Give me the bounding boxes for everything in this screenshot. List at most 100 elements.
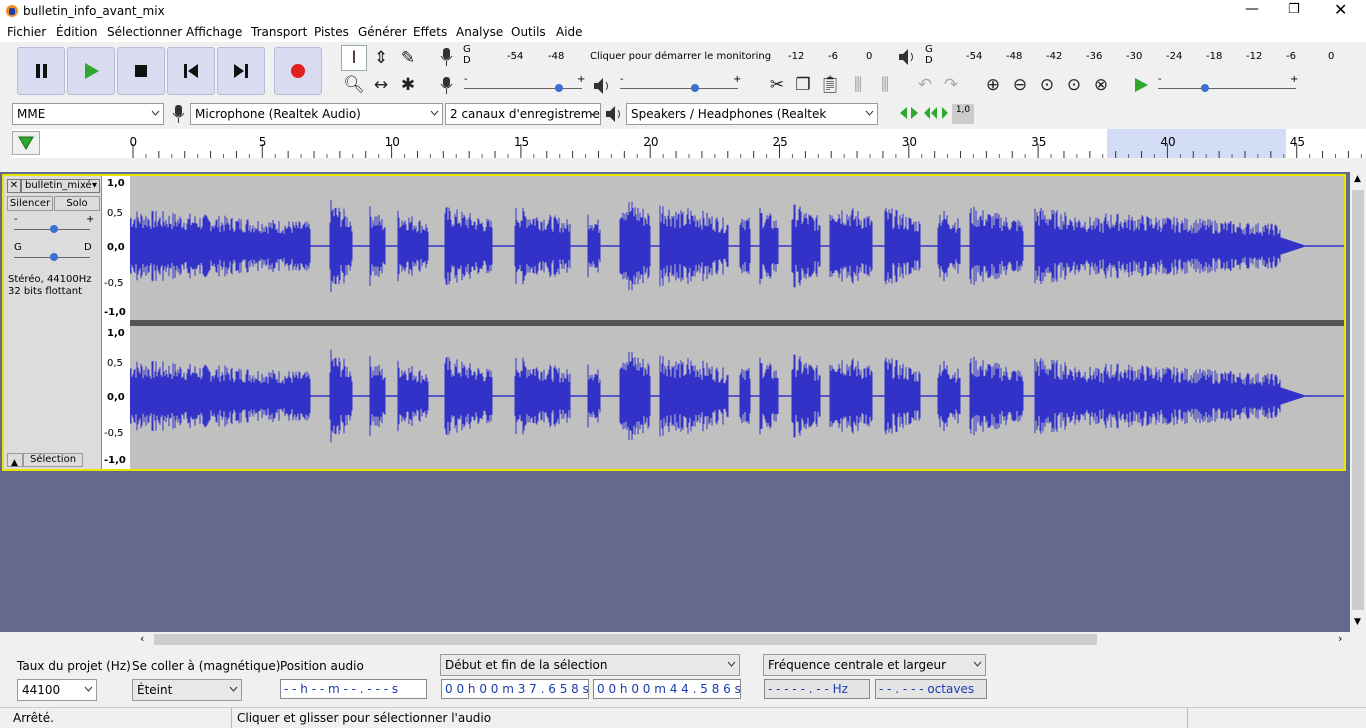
pause-button[interactable] xyxy=(17,47,65,95)
multi-tool[interactable]: ✱ xyxy=(395,72,421,98)
gain-slider[interactable]: - + xyxy=(14,214,94,233)
paste-button[interactable]: 📋︎ xyxy=(817,72,843,98)
menu-selectionner[interactable]: Sélectionner xyxy=(107,25,182,39)
bandwidth-value: - - . - - - octaves xyxy=(879,682,975,696)
menu-fichier[interactable]: Fichier xyxy=(7,25,46,39)
play-button[interactable] xyxy=(67,47,115,95)
menu-outils[interactable]: Outils xyxy=(511,25,546,39)
frequency-format-label: Fréquence centrale et largeur xyxy=(768,658,947,672)
envelope-tool[interactable]: ⇕ xyxy=(368,45,394,71)
copy-button[interactable]: ❐ xyxy=(790,72,816,98)
slider-plus: + xyxy=(577,74,586,85)
fit-selection-button[interactable]: ⊙ xyxy=(1034,72,1060,98)
speaker-icon xyxy=(899,49,913,65)
cut-button[interactable]: ✂ xyxy=(764,72,790,98)
collapse-track-button[interactable]: ▲ xyxy=(7,453,23,468)
playback-device-select[interactable]: Speakers / Headphones (Realtek xyxy=(626,103,878,125)
selection-tool[interactable]: I xyxy=(341,45,367,71)
zoom-out-button[interactable]: ⊖ xyxy=(1007,72,1033,98)
frequency-format-select[interactable]: Fréquence centrale et largeur xyxy=(763,654,986,676)
waveform[interactable] xyxy=(130,176,1344,469)
record-volume-slider[interactable]: - + xyxy=(464,74,586,94)
play-tick: -30 xyxy=(1126,51,1143,62)
scroll-down-icon[interactable]: ▼ xyxy=(1354,617,1361,627)
timeshift-tool[interactable]: ↔ xyxy=(368,72,394,98)
menu-affichage[interactable]: Affichage xyxy=(186,25,242,39)
close-window-button[interactable]: ✕ xyxy=(1334,0,1347,19)
record-button[interactable] xyxy=(274,47,322,95)
play-speed-slider[interactable]: - + xyxy=(1158,74,1298,94)
audio-host-select[interactable]: MME xyxy=(12,103,164,125)
zoom-in-button[interactable]: ⊕ xyxy=(980,72,1006,98)
zoom-tool[interactable]: 🔍︎ xyxy=(341,72,367,98)
scroll-thumb[interactable] xyxy=(1352,190,1364,610)
record-meter[interactable]: -54 -48 Cliquer pour démarrer le monitor… xyxy=(474,47,876,67)
title-bar: bulletin_info_avant_mix — ❐ ✕ xyxy=(0,0,1366,22)
maximize-button[interactable]: ❐ xyxy=(1288,2,1300,17)
zoom-toggle-button[interactable]: ⊗ xyxy=(1088,72,1114,98)
menu-analyse[interactable]: Analyse xyxy=(456,25,503,39)
menu-effets[interactable]: Effets xyxy=(413,25,447,39)
recording-device-select[interactable]: Microphone (Realtek Audio) xyxy=(190,103,443,125)
stop-button[interactable] xyxy=(117,47,165,95)
menu-transport[interactable]: Transport xyxy=(251,25,307,39)
snap-select[interactable]: Éteint xyxy=(132,679,242,701)
collapse-up-icon: ▲ xyxy=(11,458,18,468)
undo-button[interactable]: ↶ xyxy=(912,72,938,98)
timeline-ruler[interactable]: 0 5 10 15 20 25 30 35 40 45 xyxy=(0,129,1366,158)
close-track-button[interactable]: ✕ xyxy=(7,179,21,193)
track-name: bulletin_mixé xyxy=(25,180,92,191)
scale-label: 0,5 xyxy=(107,358,123,369)
pan-slider[interactable]: G D xyxy=(14,242,92,261)
scroll-right-icon[interactable]: › xyxy=(1338,632,1342,645)
track-menu-button[interactable]: bulletin_mixé ▾ xyxy=(21,179,100,193)
solo-button[interactable]: Solo xyxy=(54,196,100,211)
selection-start-field[interactable]: 0 0 h 0 0 m 3 7 . 6 5 8 s xyxy=(441,679,589,699)
horizontal-scrollbar[interactable]: ‹ › xyxy=(134,632,1350,647)
playback-meter[interactable]: -54 -48 -42 -36 -30 -24 -18 -12 -6 0 xyxy=(936,47,1339,67)
slider-thumb[interactable] xyxy=(691,84,699,92)
bandwidth-field[interactable]: - - . - - - octaves xyxy=(875,679,987,699)
silence-button[interactable]: ⫼ xyxy=(872,72,898,98)
amplitude-scale[interactable]: 1,0 0,5 0,0 -0,5 -1,0 1,0 0,5 0,0 -0,5 -… xyxy=(102,176,130,469)
skip-end-button[interactable] xyxy=(217,47,265,95)
menu-pistes[interactable]: Pistes xyxy=(314,25,349,39)
gain-minus: - xyxy=(14,214,18,225)
menu-generer[interactable]: Générer xyxy=(358,25,407,39)
chevron-down-icon xyxy=(865,110,874,116)
close-icon: ✕ xyxy=(9,180,19,191)
center-frequency-field[interactable]: - - - - - . - - Hz xyxy=(764,679,870,699)
menu-aide[interactable]: Aide xyxy=(556,25,583,39)
draw-tool[interactable]: ✎ xyxy=(395,45,421,71)
slider-thumb[interactable] xyxy=(50,253,58,261)
sync-badge[interactable]: 1,0 xyxy=(952,104,974,124)
fit-project-button[interactable]: ⊙ xyxy=(1061,72,1087,98)
hscroll-thumb[interactable] xyxy=(154,634,1097,645)
sync-lock-button[interactable] xyxy=(898,104,920,122)
audio-position-field[interactable]: - - h - - m - - . - - - s xyxy=(280,679,427,699)
selection-format-select[interactable]: Début et fin de la sélection xyxy=(440,654,740,676)
skip-start-button[interactable] xyxy=(167,47,215,95)
audio-track[interactable]: ✕ bulletin_mixé ▾ Silencer Solo - + G D … xyxy=(2,174,1346,471)
channels-select[interactable]: 2 canaux d'enregistremen xyxy=(445,103,601,125)
project-rate-select[interactable]: 44100 xyxy=(17,679,97,701)
minimize-button[interactable]: — xyxy=(1245,1,1259,17)
slider-thumb[interactable] xyxy=(50,225,58,233)
slider-thumb[interactable] xyxy=(555,84,563,92)
trim-button[interactable]: ⫼ xyxy=(845,72,871,98)
selection-end-field[interactable]: 0 0 h 0 0 m 4 4 . 5 8 6 s xyxy=(593,679,741,699)
mute-button[interactable]: Silencer xyxy=(7,196,53,211)
menu-edition[interactable]: Édition xyxy=(56,25,98,39)
scroll-up-icon[interactable]: ▲ xyxy=(1354,174,1361,184)
zoom-out-icon: ⊖ xyxy=(1012,75,1028,95)
play-at-speed-button[interactable] xyxy=(1128,72,1154,98)
scroll-left-icon[interactable]: ‹ xyxy=(140,632,144,645)
playback-volume-slider[interactable]: - + xyxy=(620,74,741,94)
play-tick: -42 xyxy=(1046,51,1063,62)
redo-button[interactable]: ↷ xyxy=(938,72,964,98)
vertical-scrollbar[interactable]: ▲ ▼ xyxy=(1350,172,1366,632)
scrub-button[interactable] xyxy=(922,104,950,122)
select-track-button[interactable]: Sélection xyxy=(23,453,83,467)
slider-thumb[interactable] xyxy=(1201,84,1209,92)
monitoring-hint[interactable]: Cliquer pour démarrer le monitoring xyxy=(590,51,771,62)
